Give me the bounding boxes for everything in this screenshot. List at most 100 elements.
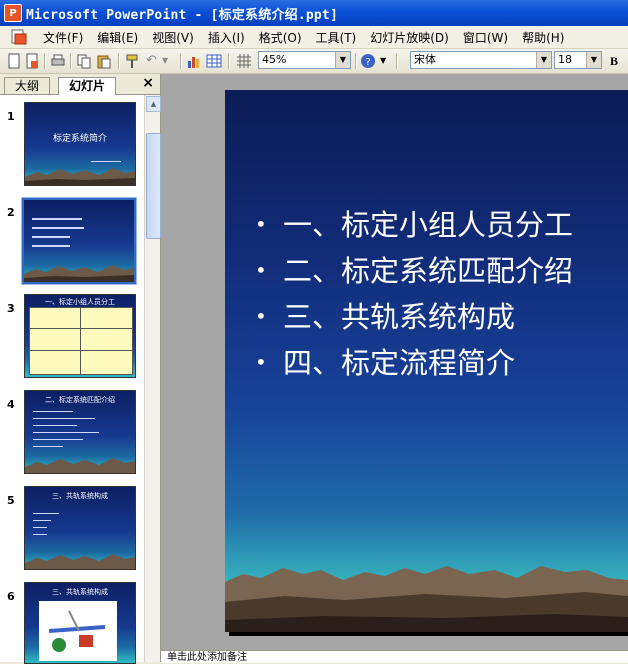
menu-slideshow[interactable]: 幻灯片放映(D) <box>363 29 456 46</box>
font-size-select[interactable]: 18 ▼ <box>554 51 602 69</box>
toolbar-separator <box>70 53 72 69</box>
menu-format[interactable]: 格式(O) <box>252 29 309 46</box>
menu-file[interactable]: 文件(F) <box>36 29 90 46</box>
title-bar: P Microsoft PowerPoint - [标定系统介绍.ppt] <box>0 0 628 26</box>
bold-button[interactable]: B <box>610 53 626 69</box>
slide-title: 标定系统简介 <box>52 134 107 144</box>
bullet-line <box>32 218 82 220</box>
slide-number: 6 <box>7 590 15 603</box>
toolbar-separator <box>44 53 46 69</box>
scroll-up-icon[interactable]: ▲ <box>146 96 161 112</box>
bullet-dot-icon: • <box>255 304 267 328</box>
insert-chart-icon[interactable] <box>186 53 202 69</box>
bullet-line <box>33 520 51 521</box>
document-icon[interactable] <box>10 28 28 46</box>
bullet-dot-icon: • <box>255 212 267 236</box>
menu-tools[interactable]: 工具(T) <box>309 29 364 46</box>
print-icon[interactable] <box>50 53 66 69</box>
slide-editing-area: • 一、标定小组人员分工 • 二、标定系统匹配介绍 • 三、共轨系统构成 • 四、标定流… <box>161 74 628 662</box>
slide-title: 三、共轨系统构成 <box>52 492 108 500</box>
menu-insert[interactable]: 插入(I) <box>201 29 252 46</box>
scrollbar-thumb[interactable] <box>146 133 161 239</box>
bullet-dot-icon: • <box>255 258 267 282</box>
slide-preview: 二、标定系统匹配介绍 <box>24 390 136 474</box>
bullet-text: 二、标定系统匹配介绍 <box>283 254 574 288</box>
bullet-line <box>32 245 70 247</box>
bullet-line <box>33 446 63 447</box>
bullet-line <box>32 236 70 238</box>
font-value: 宋体 <box>414 53 436 66</box>
mountain-graphic <box>24 265 134 282</box>
diagram-graphic <box>39 601 117 661</box>
insert-table-icon[interactable] <box>206 53 222 69</box>
menu-edit[interactable]: 编辑(E) <box>90 29 145 46</box>
mountain-graphic <box>25 168 135 185</box>
notes-placeholder: 单击此处添加备注 <box>167 652 247 663</box>
toolbar-separator <box>355 53 357 69</box>
close-pane-icon[interactable]: × <box>142 75 154 91</box>
slide-title: 一、标定小组人员分工 <box>45 298 115 306</box>
slide-number: 5 <box>7 494 15 507</box>
bullet-line <box>33 411 73 412</box>
paintbrush-icon[interactable] <box>124 53 140 69</box>
bullet-2[interactable]: • 二、标定系统匹配介绍 <box>255 248 573 290</box>
zoom-value: 45% <box>262 53 287 66</box>
menu-help[interactable]: 帮助(H) <box>515 29 571 46</box>
bullet-1[interactable]: • 一、标定小组人员分工 <box>255 202 573 244</box>
bullet-3[interactable]: • 三、共轨系统构成 <box>255 294 515 336</box>
bullet-dot-icon: • <box>255 350 267 374</box>
chevron-down-icon[interactable]: ▼ <box>335 52 350 68</box>
tab-slides[interactable]: 幻灯片 <box>58 77 117 95</box>
bullet-text: 一、标定小组人员分工 <box>283 208 574 242</box>
slide-preview: 标定系统简介 <box>24 102 136 186</box>
powerpoint-app-icon[interactable]: P <box>4 4 22 22</box>
menu-view[interactable]: 视图(V) <box>145 29 201 46</box>
slide-preview-selected <box>21 197 137 285</box>
bullet-line <box>33 527 47 528</box>
thumbnail-scrollbar[interactable]: ▲ <box>144 95 161 662</box>
bullet-line <box>33 513 59 514</box>
toolbar-options-icon[interactable]: ▼ <box>380 53 396 69</box>
menu-window[interactable]: 窗口(W) <box>456 29 515 46</box>
grid-icon[interactable] <box>236 53 252 69</box>
slide-title: 二、标定系统匹配介绍 <box>45 396 115 404</box>
slide-number: 3 <box>7 302 15 315</box>
notes-pane[interactable]: 单击此处添加备注 <box>161 650 628 663</box>
open-icon[interactable] <box>24 53 40 69</box>
toolbar-separator <box>180 53 182 69</box>
zoom-select[interactable]: 45% ▼ <box>258 51 351 69</box>
chevron-down-icon[interactable]: ▼ <box>586 52 601 68</box>
undo-icon[interactable]: ↶ <box>146 53 162 69</box>
new-document-icon[interactable] <box>6 53 22 69</box>
bullet-line <box>33 534 47 535</box>
current-slide[interactable]: • 一、标定小组人员分工 • 二、标定系统匹配介绍 • 三、共轨系统构成 • 四、标定流… <box>225 90 628 632</box>
slide-preview: 三、共轨系统构成 <box>24 582 136 664</box>
bullet-text: 四、标定流程简介 <box>283 346 516 380</box>
bullet-line <box>33 432 99 433</box>
toolbar-separator <box>396 53 398 69</box>
tab-outline[interactable]: 大纲 <box>4 77 51 94</box>
font-size-value: 18 <box>558 53 572 66</box>
slide-number: 2 <box>7 206 15 219</box>
copy-icon[interactable] <box>76 53 92 69</box>
slides-pane: 大纲 幻灯片 × 1 标定系统简介 2 3 一、标定小组人员分工 4 二、标定系… <box>0 74 161 664</box>
window-title: Microsoft PowerPoint - [标定系统介绍.ppt] <box>26 7 338 23</box>
bullet-4[interactable]: • 四、标定流程简介 <box>255 340 515 382</box>
table-graphic <box>29 307 133 375</box>
toolbar-separator <box>228 53 230 69</box>
mountain-graphic <box>25 554 135 569</box>
undo-dropdown-icon[interactable]: ▼ <box>162 53 178 69</box>
bullet-line <box>33 439 83 440</box>
bullet-line <box>33 418 95 419</box>
svg-text:?: ? <box>365 57 370 68</box>
slide-preview: 一、标定小组人员分工 <box>24 294 136 378</box>
help-icon[interactable]: ? <box>360 53 376 69</box>
chevron-down-icon[interactable]: ▼ <box>536 52 551 68</box>
font-select[interactable]: 宋体 ▼ <box>410 51 552 69</box>
pane-tabs: 大纲 幻灯片 × <box>0 74 160 95</box>
slide-number: 1 <box>7 110 15 123</box>
slide-number: 4 <box>7 398 15 411</box>
menu-bar: 文件(F) 编辑(E) 视图(V) 插入(I) 格式(O) 工具(T) 幻灯片放… <box>0 26 628 49</box>
bullet-text: 三、共轨系统构成 <box>283 300 516 334</box>
paste-icon[interactable] <box>96 53 112 69</box>
